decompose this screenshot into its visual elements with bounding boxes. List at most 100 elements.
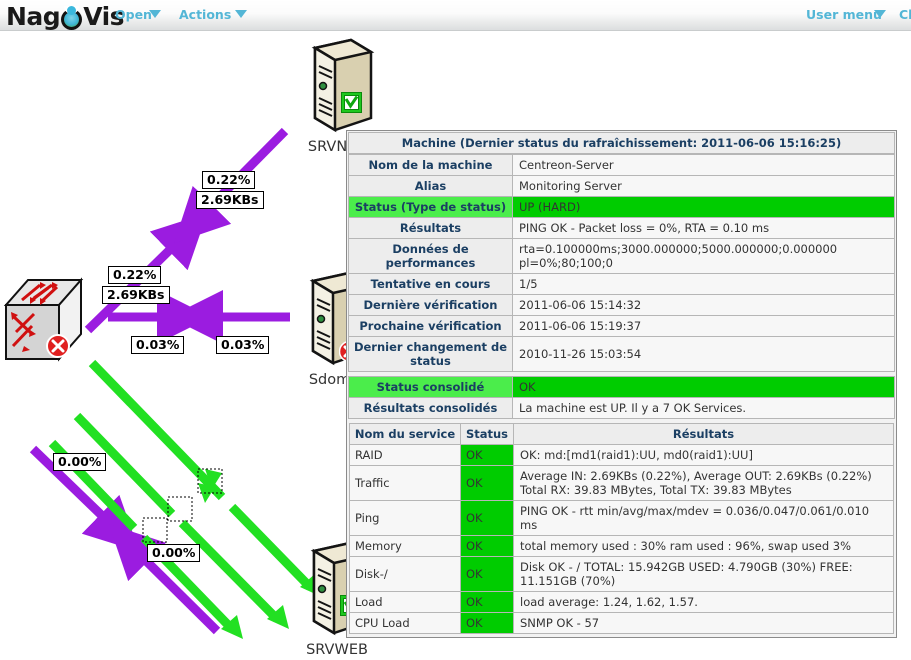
line-label-sdomain-pct-left[interactable]: 0.03% [131,336,185,354]
service-row: Ping OK PING OK - rtt min/avg/max/mdev = 0… [349,500,894,536]
map-node-switch[interactable] [2,276,86,366]
host-attribute-key: Alias [348,175,513,197]
service-result: PING OK - rtt min/avg/max/mdev = 0.036/0… [513,500,894,536]
col-service-result: Résultats [513,423,894,445]
nagvis-logo: Nag Vis [6,2,125,31]
host-consolidated-value: OK [512,376,895,398]
host-detail-table: Machine (Dernier status du rafraîchissem… [348,132,895,154]
service-result: Average IN: 2.69KBs (0.22%), Average OUT… [513,465,894,501]
host-attribute-row: Status (Type de status) UP (HARD) [348,196,895,218]
host-consolidated-row: Résultats consolidés La machine est UP. I… [348,397,895,419]
service-result: load average: 1.24, 1.62, 1.57. [513,591,894,613]
host-attribute-key: Tentative en cours [348,273,513,295]
service-name: Load [349,591,461,613]
service-row: Disk-/OK Disk OK - / TOTAL: 15.942GB USED… [349,556,894,592]
nav-user-menu[interactable]: User menu [806,7,882,22]
line-label-srvnagios-rate[interactable]: 2.69KBs [196,191,264,209]
host-attribute-row: Nom de la machine Centreon-Server [348,154,895,176]
host-attribute-value: 2011-06-06 15:14:32 [512,294,895,316]
host-attribute-value: UP (HARD) [512,196,895,218]
host-attribute-row: Dernier changement de status 2010-11-26 1… [348,336,895,372]
host-consolidated-value: La machine est UP. Il y a 7 OK Services. [512,397,895,419]
host-attribute-key: Dernière vérification [348,294,513,316]
logo-text-left: Nag [6,2,61,31]
col-service-status: Status [460,423,514,445]
host-attribute-key: Prochaine vérification [348,315,513,337]
host-detail-tooltip: Machine (Dernier status du rafraîchissem… [346,130,897,638]
line-label-switch-pct[interactable]: 0.22% [108,266,162,284]
col-service-name: Nom du service [349,423,461,445]
tooltip-title-row: Machine (Dernier status du rafraîchissem… [348,132,895,154]
host-attribute-key: Résultats [348,217,513,239]
host-attribute-value: rta=0.100000ms;3000.000000;5000.000000;0… [512,238,895,274]
host-attribute-key: Dernier changement de status [348,336,513,372]
host-attribute-key: Nom de la machine [348,154,513,176]
host-attribute-value: Centreon-Server [512,154,895,176]
service-name: Disk-/ [349,556,461,592]
service-table-wrap: Nom du service Status Résultats RAID OK OK… [348,419,895,636]
service-name: RAID [349,444,461,466]
server-icon [311,38,375,133]
line-switch-srvweb[interactable] [29,445,221,635]
service-result: OK: md:[md1(raid1):UU, md0(raid1):UU] [513,444,894,466]
nav-close[interactable]: Cl [899,7,911,22]
service-status-badge: OK [460,444,514,466]
line-label-srvweb-pct-upper[interactable]: 0.00% [53,453,107,471]
host-attribute-value: 2010-11-26 15:03:54 [512,336,895,372]
service-status-badge: OK [460,612,514,634]
app-header: Nag Vis Open Actions User menu Cl [0,0,911,31]
state-badge-ok [341,92,362,113]
service-name: Ping [349,500,461,536]
host-consolidated-row: Status consolidé OK [348,376,895,398]
host-attribute-key: Données de performances [348,238,513,274]
service-result: SNMP OK - 57 [513,612,894,634]
service-row: Memory OK total memory used : 30% ram used… [349,535,894,557]
line-label-switch-rate[interactable]: 2.69KBs [102,286,170,304]
nav-actions[interactable]: Actions [179,7,231,22]
service-row: Traffic OK Average IN: 2.69KBs (0.22%), Av… [349,465,894,501]
service-name: CPU Load [349,612,461,634]
chevron-down-icon-user-menu[interactable] [874,10,886,18]
chevron-down-icon-open[interactable] [149,10,161,18]
chevron-down-icon-actions[interactable] [235,10,247,18]
service-row: RAID OK OK: md:[md1(raid1):UU, md0(raid1):… [349,444,894,466]
host-attribute-value: 1/5 [512,273,895,295]
line-label-srvweb-pct-lower[interactable]: 0.00% [147,544,201,562]
host-attribute-row: Résultats PING OK - Packet loss = 0%, RTA… [348,217,895,239]
host-attribute-key: Status (Type de status) [348,196,513,218]
host-attribute-value: PING OK - Packet loss = 0%, RTA = 0.10 m… [512,217,895,239]
nagvis-logo-mark [60,6,83,30]
service-row: CPU Load OK SNMP OK - 57 [349,612,894,634]
host-consolidated-table: Status consolidé OK Résultats consolidés La… [348,376,895,419]
service-status-badge: OK [460,556,514,592]
service-status-badge: OK [460,591,514,613]
service-status-badge: OK [460,535,514,557]
service-status-badge: OK [460,500,514,536]
line-green-1[interactable] [88,359,314,591]
nav-open[interactable]: Open [115,7,152,22]
service-result: total memory used : 30% ram used : 96%, … [513,535,894,557]
host-attribute-value: 2011-06-06 15:19:37 [512,315,895,337]
service-status-badge: OK [460,465,514,501]
map-node-label-srvweb: SRVWEB [306,642,368,658]
host-consolidated-key: Résultats consolidés [348,397,513,419]
service-name: Memory [349,535,461,557]
tooltip-title: Machine (Dernier status du rafraîchissem… [348,132,895,154]
switch-icon [3,277,84,362]
host-attribute-row: Dernière vérification 2011-06-06 15:14:32 [348,294,895,316]
host-attribute-row: Données de performances rta=0.100000ms;30… [348,238,895,274]
host-attribute-value: Monitoring Server [512,175,895,197]
host-consolidated-key: Status consolidé [348,376,513,398]
host-attribute-row: Alias Monitoring Server [348,175,895,197]
nagvis-map-canvas[interactable]: 0.22% 2.69KBs 0.22% 2.69KBs 0.03% 0.03% … [0,31,911,660]
service-name: Traffic [349,465,461,501]
host-attribute-row: Tentative en cours 1/5 [348,273,895,295]
service-result: Disk OK - / TOTAL: 15.942GB USED: 4.790G… [513,556,894,592]
service-row: Load OK load average: 1.24, 1.62, 1.57. [349,591,894,613]
service-table: Nom du service Status Résultats RAID OK OK… [349,423,894,634]
line-label-srvnagios-pct[interactable]: 0.22% [202,171,256,189]
host-attribute-row: Prochaine vérification 2011-06-06 15:19:3… [348,315,895,337]
line-label-sdomain-pct-right[interactable]: 0.03% [216,336,270,354]
service-table-header: Nom du service Status Résultats [349,423,894,445]
host-attributes-table: Nom de la machine Centreon-Server Alias Mon… [348,154,895,372]
